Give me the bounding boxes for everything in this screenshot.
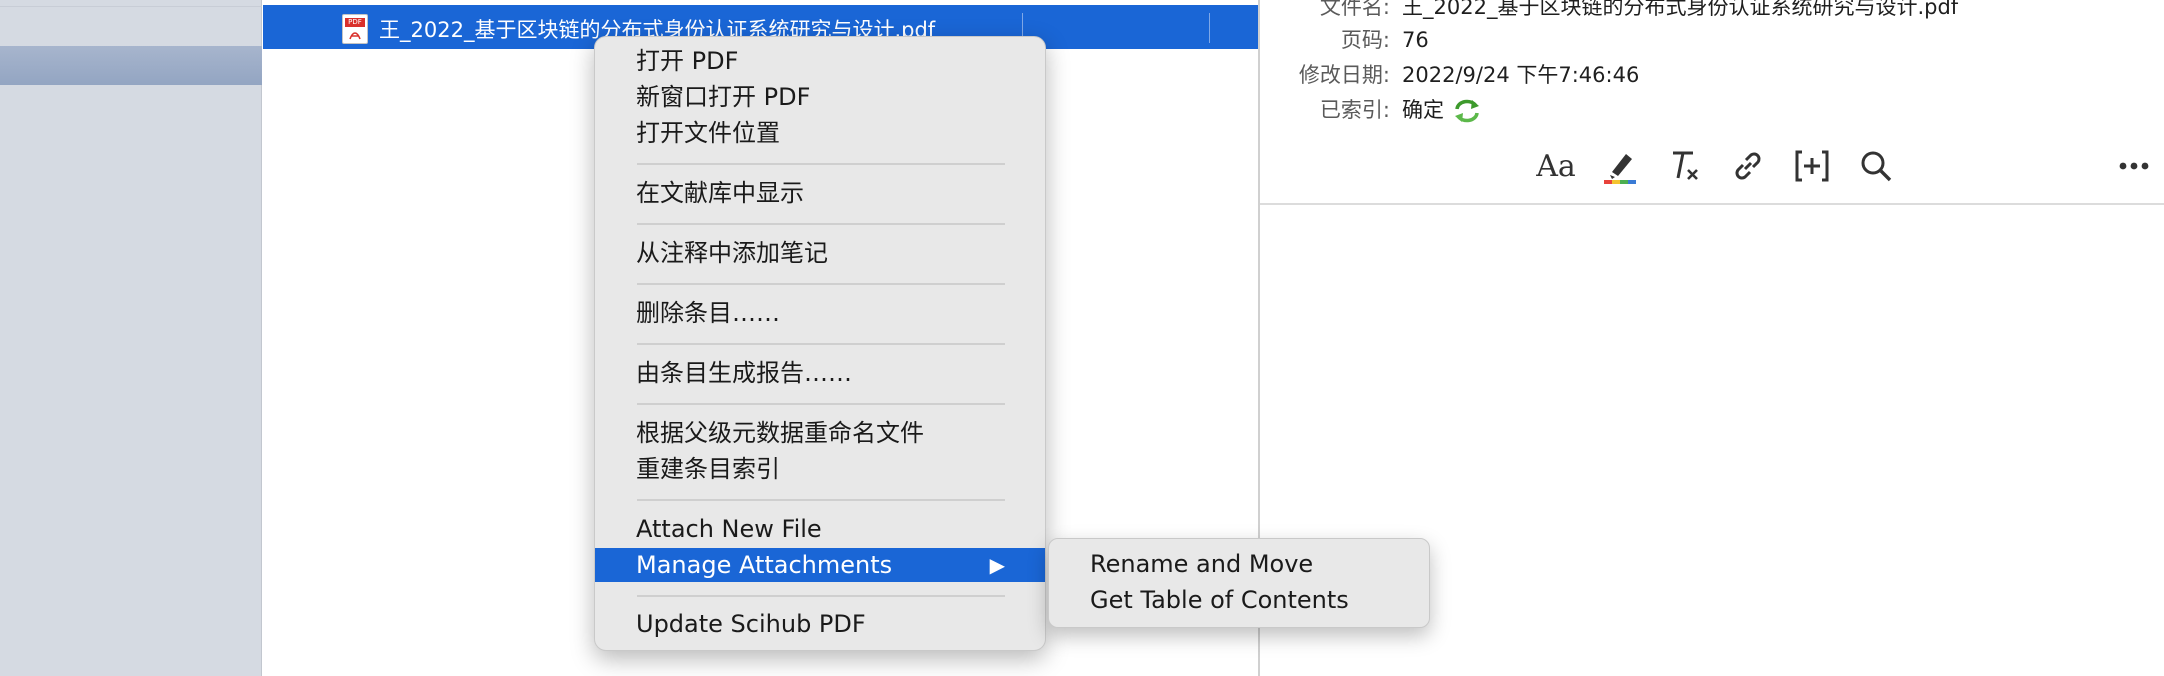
menu-reindex-item[interactable]: 重建条目索引: [595, 452, 1045, 486]
pages-value: 76: [1402, 28, 1429, 52]
menu-rename-from-parent[interactable]: 根据父级元数据重命名文件: [595, 416, 1045, 450]
menu-separator: [637, 283, 1005, 285]
clear-format-glyph: [1673, 151, 1698, 180]
menu-add-note-from-annotations[interactable]: 从注释中添加笔记: [595, 236, 1045, 270]
modified-value: 2022/9/24 下午7:46:46: [1402, 63, 1640, 87]
reindex-icon[interactable]: [1452, 97, 1482, 125]
menu-separator: [637, 223, 1005, 225]
submenu-get-table-of-contents[interactable]: Get Table of Contents: [1049, 583, 1429, 617]
ellipsis-glyph: [2119, 162, 2149, 170]
column-separator: [1209, 13, 1210, 43]
search-icon[interactable]: [1854, 144, 1898, 188]
menu-separator: [637, 595, 1005, 597]
indexed-label: 已索引:: [1319, 98, 1390, 122]
more-icon[interactable]: [2112, 144, 2156, 188]
indexed-row: 已索引: 确定: [1260, 96, 2164, 126]
menu-separator: [637, 343, 1005, 345]
highlight-pen-icon: [1604, 154, 1636, 184]
indexed-value-wrap: 确定: [1402, 96, 1482, 125]
sidebar-row-edge: [0, 0, 262, 7]
note-toolbar: Aa: [1260, 140, 2164, 192]
menu-separator: [637, 403, 1005, 405]
pdf-tag: PDF: [345, 18, 365, 27]
zotero-window: PDF 王_2022_基于区块链的分布式身份认证系统研究与设计.pdf 文件名:…: [0, 0, 2164, 676]
filename-value[interactable]: 王_2022_基于区块链的分布式身份认证系统研究与设计.pdf: [1402, 0, 1958, 21]
submenu-rename-and-move[interactable]: Rename and Move: [1049, 547, 1429, 581]
highlight-icon[interactable]: [1598, 144, 1642, 188]
menu-separator: [637, 499, 1005, 501]
filename-row: 文件名: 王_2022_基于区块链的分布式身份认证系统研究与设计.pdf: [1260, 0, 2164, 21]
menu-show-in-library[interactable]: 在文献库中显示: [595, 176, 1045, 210]
modified-label: 修改日期:: [1298, 63, 1390, 87]
collections-sidebar: [0, 0, 262, 676]
menu-manage-attachments[interactable]: Manage Attachments ▶: [595, 548, 1045, 582]
font-size-icon[interactable]: Aa: [1534, 144, 1578, 188]
link-glyph: [1735, 152, 1761, 180]
toolbar-divider: [1260, 203, 2164, 205]
indexed-value: 确定: [1402, 98, 1444, 122]
pdf-file-icon: PDF: [342, 14, 368, 44]
clear-formatting-icon[interactable]: [1662, 144, 1706, 188]
menu-separator: [637, 163, 1005, 165]
pages-row: 页码: 76: [1260, 26, 2164, 54]
font-size-glyph: Aa: [1536, 148, 1576, 184]
modified-row: 修改日期: 2022/9/24 下午7:46:46: [1260, 61, 2164, 89]
menu-delete-item[interactable]: 删除条目……: [595, 296, 1045, 330]
menu-open-pdf-new-window[interactable]: 新窗口打开 PDF: [595, 80, 1045, 114]
attachment-context-menu: 打开 PDF 新窗口打开 PDF 打开文件位置 在文献库中显示 从注释中添加笔记…: [594, 36, 1046, 651]
link-icon[interactable]: [1726, 144, 1770, 188]
manage-attachments-submenu: Rename and Move Get Table of Contents: [1048, 538, 1430, 628]
menu-open-file-location[interactable]: 打开文件位置: [595, 116, 1045, 150]
menu-generate-report[interactable]: 由条目生成报告……: [595, 356, 1045, 390]
menu-attach-new-file[interactable]: Attach New File: [595, 512, 1045, 546]
sidebar-selected-collection[interactable]: [0, 46, 262, 85]
menu-manage-attachments-label: Manage Attachments: [636, 551, 893, 579]
menu-open-pdf[interactable]: 打开 PDF: [595, 44, 1045, 78]
pages-label: 页码:: [1340, 28, 1390, 52]
magnifier-glyph: [1861, 151, 1892, 182]
acrobat-swoosh-icon: [349, 32, 361, 40]
filename-label: 文件名:: [1319, 0, 1390, 19]
citation-glyph: [1795, 150, 1829, 182]
menu-update-scihub-pdf[interactable]: Update Scihub PDF: [595, 607, 1045, 641]
submenu-arrow-icon: ▶: [989, 553, 1005, 577]
insert-citation-icon[interactable]: [1790, 144, 1834, 188]
